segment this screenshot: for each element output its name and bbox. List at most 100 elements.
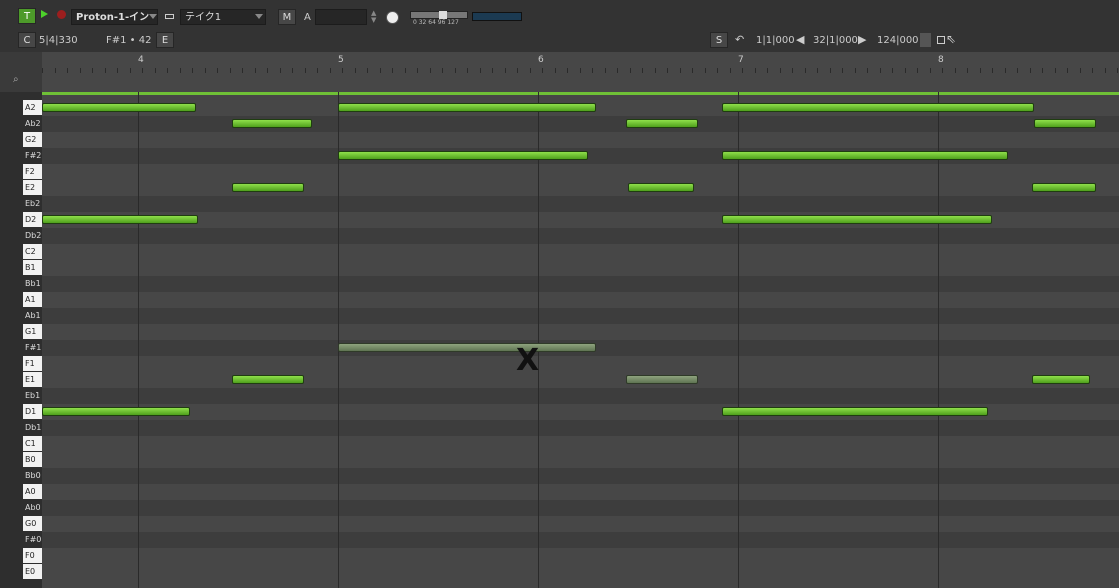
search-icon[interactable]: ⌕ (13, 74, 19, 85)
spin-arrows-icon[interactable]: ▲ ▼ (371, 10, 377, 24)
ruler-tick (879, 68, 881, 73)
piano-key[interactable]: F1 (23, 356, 42, 371)
midi-note[interactable] (232, 183, 304, 192)
e-button[interactable]: E (156, 32, 174, 48)
automation-label: A (304, 12, 311, 23)
piano-key[interactable]: Ab0 (23, 500, 42, 515)
piano-key[interactable]: E2 (23, 180, 42, 195)
piano-key[interactable]: G0 (23, 516, 42, 531)
piano-key[interactable]: A2 (23, 100, 42, 115)
piano-key[interactable]: Eb1 (23, 388, 42, 403)
grid-row (42, 276, 1119, 292)
pointer-tool-icon[interactable]: ⇖ (946, 32, 956, 46)
piano-key[interactable]: Eb2 (23, 196, 42, 211)
track-toggle-button[interactable]: T (18, 8, 36, 24)
ruler-tick (404, 68, 406, 73)
grid-row (42, 532, 1119, 548)
s-button[interactable]: S (710, 32, 728, 48)
ruler-tick (917, 68, 918, 73)
ruler-tick (804, 68, 806, 73)
ruler-tick (204, 68, 206, 73)
automation-field[interactable] (315, 9, 367, 25)
piano-key[interactable]: Bb0 (23, 468, 42, 483)
piano-key[interactable]: F#1 (23, 340, 42, 355)
grid-row (42, 420, 1119, 436)
midi-note[interactable] (626, 119, 698, 128)
timeline-ruler[interactable]: 4 5 6 7 8 (42, 52, 1119, 93)
piano-key[interactable]: F#0 (23, 532, 42, 547)
midi-note[interactable] (338, 103, 596, 112)
midi-note[interactable] (338, 343, 596, 352)
piano-key[interactable]: Bb1 (23, 276, 42, 291)
piano-key[interactable]: Ab2 (23, 116, 42, 131)
piano-key[interactable]: G2 (23, 132, 42, 147)
ruler-tick (554, 68, 556, 73)
chevron-down-icon[interactable] (255, 14, 263, 19)
midi-note[interactable] (42, 407, 190, 416)
piano-key[interactable]: C1 (23, 436, 42, 451)
piano-key[interactable]: D2 (23, 212, 42, 227)
midi-note[interactable] (1034, 119, 1096, 128)
midi-note[interactable] (42, 215, 198, 224)
piano-key[interactable]: B0 (23, 452, 42, 467)
ruler-tick (567, 68, 568, 73)
ruler-tick (479, 68, 481, 73)
grid-row (42, 356, 1119, 372)
note-info-readout: F#1 • 42 (106, 35, 152, 46)
ruler-tick (1042, 68, 1043, 73)
piano-key[interactable]: E1 (23, 372, 42, 387)
piano-key[interactable]: F2 (23, 164, 42, 179)
piano-key[interactable]: A0 (23, 484, 42, 499)
midi-note[interactable] (338, 151, 588, 160)
midi-note[interactable] (628, 183, 694, 192)
midi-note[interactable] (626, 375, 698, 384)
piano-key[interactable]: D1 (23, 404, 42, 419)
loop-mid-readout[interactable]: 32|1|000 (813, 35, 858, 46)
midi-note[interactable] (232, 375, 304, 384)
ruler-tick (1054, 68, 1056, 73)
piano-key[interactable]: E0 (23, 564, 42, 579)
chevron-down-icon[interactable] (149, 14, 157, 19)
play-icon[interactable] (41, 10, 48, 18)
record-icon[interactable] (57, 10, 66, 19)
cursor-x-icon: X (516, 343, 540, 378)
mute-button[interactable]: M (278, 9, 296, 25)
ruler-tick (929, 68, 931, 73)
loop-start-readout[interactable]: 1|1|000 (756, 35, 795, 46)
arrow-left-icon[interactable]: ◀ (796, 33, 804, 46)
ruler-tick (429, 68, 431, 73)
midi-note[interactable] (42, 103, 196, 112)
piano-keyboard[interactable]: A2 Ab2 G2 F#2 F2 E2 Eb2 D2 Db2 C2 B1 Bb1 A1 Ab1 G1 F#1 F… (0, 92, 42, 588)
snap-icon[interactable] (937, 36, 945, 44)
piano-key[interactable]: Ab1 (23, 308, 42, 323)
piano-key[interactable]: F#2 (23, 148, 42, 163)
midi-note[interactable] (1032, 183, 1096, 192)
slider-thumb[interactable] (439, 11, 447, 19)
midi-note[interactable] (722, 215, 992, 224)
ruler-tick (267, 68, 268, 73)
midi-note[interactable] (722, 151, 1008, 160)
c-button[interactable]: C (18, 32, 36, 48)
piano-key[interactable]: A1 (23, 292, 42, 307)
piano-key[interactable]: Db2 (23, 228, 42, 243)
piano-roll-grid[interactable] (42, 92, 1119, 588)
volume-knob-icon[interactable] (386, 11, 399, 24)
instrument-select[interactable]: Proton-1-イン (71, 9, 158, 25)
piano-key[interactable]: B1 (23, 260, 42, 275)
piano-key[interactable]: Db1 (23, 420, 42, 435)
take-select[interactable]: テイク1 (180, 9, 266, 25)
midi-note[interactable] (232, 119, 312, 128)
midi-note[interactable] (722, 103, 1034, 112)
grid-row (42, 388, 1119, 404)
piano-key[interactable]: G1 (23, 324, 42, 339)
midi-note[interactable] (1032, 375, 1090, 384)
dropdown-icon[interactable] (920, 33, 931, 47)
ruler-tick (1117, 68, 1118, 73)
piano-key[interactable]: F0 (23, 548, 42, 563)
arrow-right-icon[interactable]: ▶ (858, 33, 866, 46)
midi-note[interactable] (722, 407, 988, 416)
piano-key[interactable]: C2 (23, 244, 42, 259)
loop-end-readout[interactable]: 124|000 (877, 35, 919, 46)
velocity-slider[interactable] (410, 11, 468, 19)
undo-icon[interactable]: ↶ (735, 33, 744, 46)
